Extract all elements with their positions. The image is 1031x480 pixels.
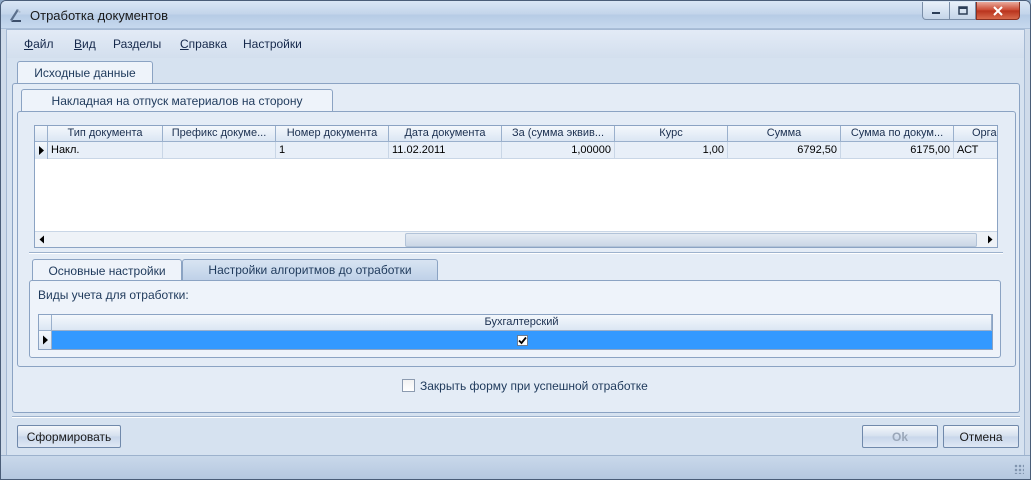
- cancel-button[interactable]: Отмена: [943, 425, 1019, 448]
- main-window: Отработка документов Файл Вид Разделы Сп…: [0, 0, 1031, 480]
- generate-button[interactable]: Сформировать: [17, 425, 121, 448]
- cell-doc-number[interactable]: 1: [276, 142, 389, 159]
- ok-button-label: Ok: [891, 429, 908, 444]
- documents-grid[interactable]: Тип документа Префикс докуме... Номер до…: [34, 125, 998, 248]
- menu-file[interactable]: Файл: [24, 37, 54, 51]
- title-bar[interactable]: Отработка документов: [1, 1, 1030, 29]
- cell-equiv-sum[interactable]: 1,00000: [502, 142, 615, 159]
- tab-source-data[interactable]: Исходные данные: [17, 61, 153, 83]
- close-on-success-checkbox[interactable]: [402, 379, 415, 392]
- tab-invoice-label: Накладная на отпуск материалов на сторон…: [51, 93, 303, 108]
- ok-button[interactable]: Ok: [862, 425, 938, 448]
- grid-corner: [35, 126, 48, 142]
- window-title: Отработка документов: [30, 8, 168, 23]
- col-accounting[interactable]: Бухгалтерский: [52, 315, 992, 331]
- client-area: Файл Вид Разделы Справка Настройки Исход…: [6, 29, 1025, 475]
- accounting-row-indicator[interactable]: [39, 331, 52, 349]
- cell-doc-date[interactable]: 11.02.2011: [389, 142, 502, 159]
- col-doc-number[interactable]: Номер документа: [276, 126, 389, 142]
- col-sum[interactable]: Сумма: [728, 126, 841, 142]
- restore-icon: [957, 6, 968, 15]
- accounting-types-label: Виды учета для отработки:: [38, 288, 189, 302]
- cell-doc-sum[interactable]: 6175,00: [841, 142, 954, 159]
- generate-button-label: Сформировать: [26, 429, 112, 444]
- col-prefix[interactable]: Префикс докуме...: [163, 126, 276, 142]
- minimize-icon: [932, 11, 940, 14]
- cell-doc-type[interactable]: Накл.: [48, 142, 163, 159]
- splitter[interactable]: [29, 252, 1003, 254]
- cell-sum[interactable]: 6792,50: [728, 142, 841, 159]
- cell-rate[interactable]: 1,00: [615, 142, 728, 159]
- tab-algorithm-settings-label: Настройки алгоритмов до отработки: [208, 263, 412, 277]
- menu-settings[interactable]: Настройки: [243, 37, 302, 51]
- close-icon: [993, 5, 1003, 16]
- scroll-left-icon[interactable]: [38, 235, 46, 244]
- horizontal-scrollbar[interactable]: [35, 231, 997, 247]
- tab-basic-settings-label: Основные настройки: [48, 263, 166, 278]
- row-indicator[interactable]: [35, 142, 48, 159]
- col-doc-sum[interactable]: Сумма по докум...: [841, 126, 954, 142]
- checkmark-icon: [517, 336, 527, 344]
- scroll-right-icon[interactable]: [986, 235, 994, 244]
- tab-source-data-label: Исходные данные: [34, 65, 136, 80]
- status-bar: [1, 455, 1030, 479]
- cell-prefix[interactable]: [163, 142, 276, 159]
- row-pointer-icon: [43, 335, 48, 345]
- accounting-row[interactable]: [52, 331, 992, 349]
- resize-grip-icon[interactable]: [1014, 464, 1024, 474]
- col-organization[interactable]: Орга: [954, 126, 997, 142]
- close-window-button[interactable]: [976, 2, 1020, 20]
- tab-basic-settings[interactable]: Основные настройки: [32, 259, 182, 281]
- accounting-grid-corner: [39, 315, 52, 331]
- cell-organization[interactable]: АСТ: [954, 142, 997, 159]
- tab-invoice[interactable]: Накладная на отпуск материалов на сторон…: [21, 89, 333, 111]
- close-on-success-label[interactable]: Закрыть форму при успешной отработке: [420, 379, 648, 393]
- row-pointer-icon: [39, 146, 44, 155]
- maximize-button[interactable]: [950, 2, 976, 20]
- cancel-button-label: Отмена: [959, 429, 1003, 444]
- menu-bar: Файл Вид Разделы Справка Настройки: [7, 30, 1024, 58]
- menu-sections[interactable]: Разделы: [113, 37, 161, 51]
- menu-view[interactable]: Вид: [74, 37, 96, 51]
- accounting-grid[interactable]: Бухгалтерский: [38, 314, 993, 350]
- col-doc-date[interactable]: Дата документа: [389, 126, 502, 142]
- scrollbar-thumb[interactable]: [405, 233, 977, 247]
- tab-algorithm-settings[interactable]: Настройки алгоритмов до отработки: [182, 259, 438, 280]
- col-equiv-sum[interactable]: За (сумма эквив...: [502, 126, 615, 142]
- document-process-icon: [10, 9, 21, 22]
- accounting-checkbox[interactable]: [516, 334, 528, 346]
- menu-help[interactable]: Справка: [180, 37, 227, 51]
- minimize-button[interactable]: [922, 2, 950, 20]
- col-doc-type[interactable]: Тип документа: [48, 126, 163, 142]
- footer-separator: [12, 416, 1020, 418]
- col-rate[interactable]: Курс: [615, 126, 728, 142]
